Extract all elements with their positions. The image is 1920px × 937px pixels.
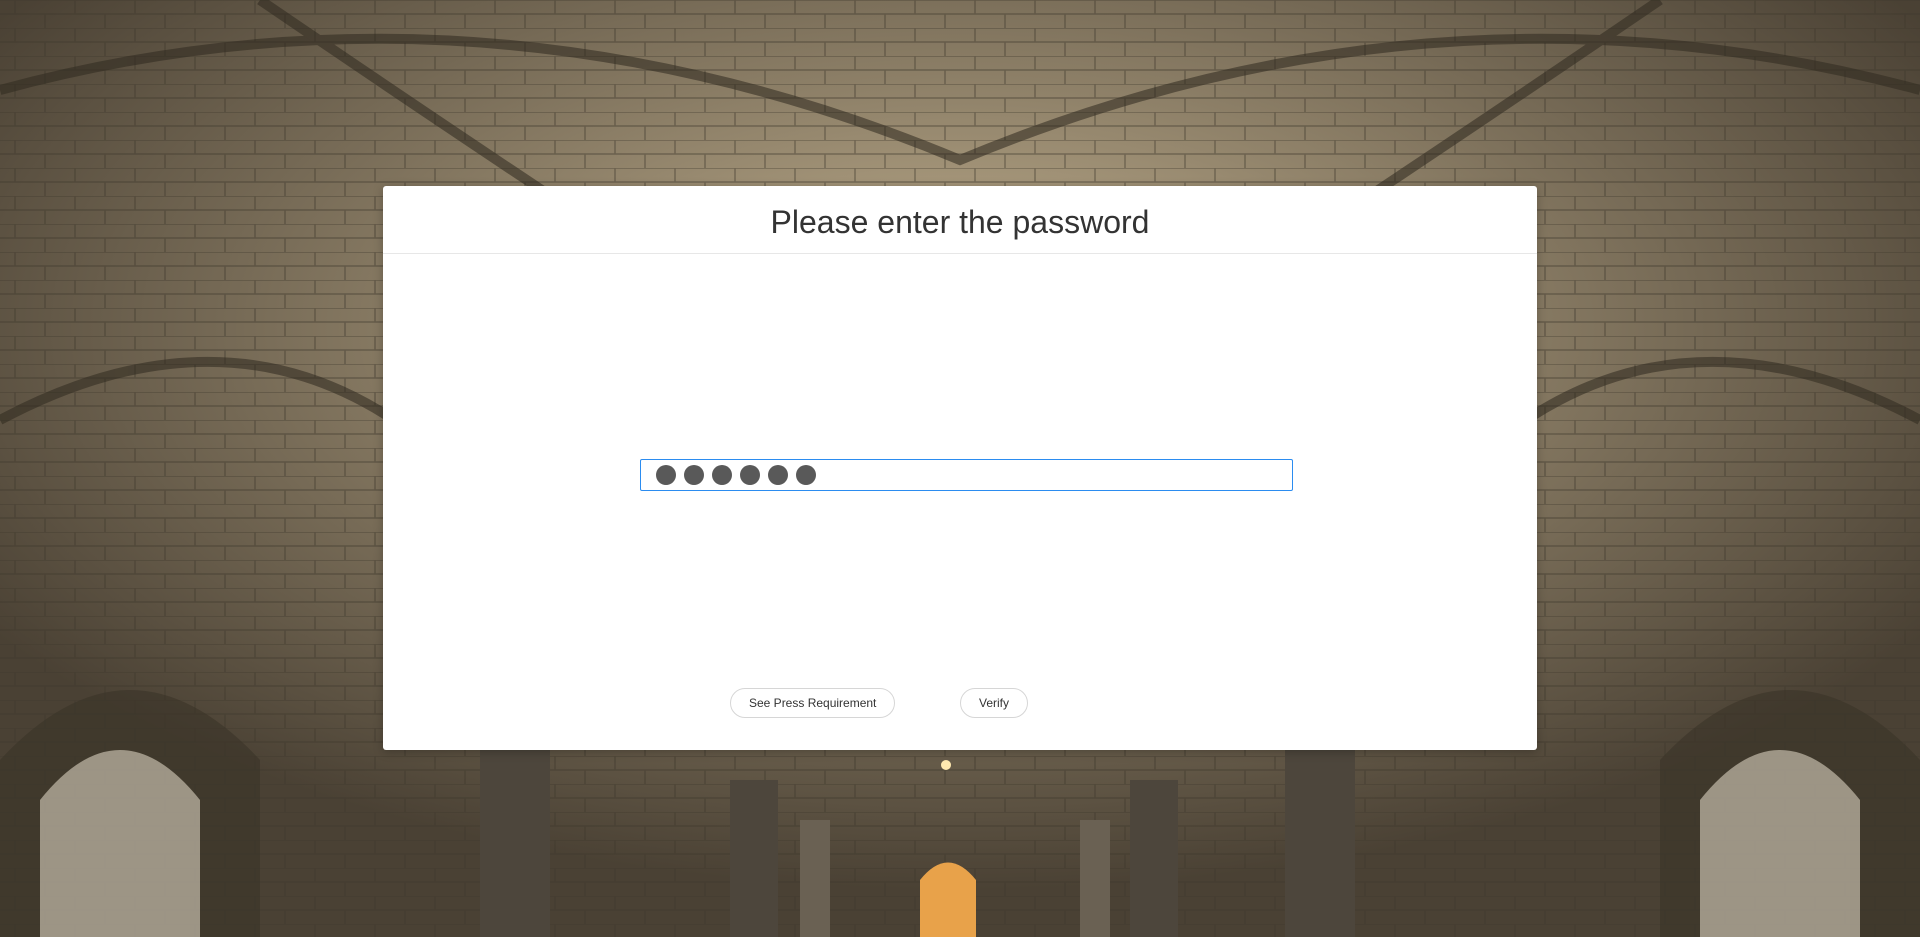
dialog-header: Please enter the password [383,186,1537,254]
see-press-requirement-button[interactable]: See Press Requirement [730,688,896,718]
dialog-title: Please enter the password [770,204,1150,240]
password-mask-dot [712,465,732,485]
password-mask-dot [740,465,760,485]
verify-button[interactable]: Verify [960,688,1029,718]
password-input[interactable] [640,459,1293,491]
dialog-actions: See Press Requirement Verify [383,688,1537,720]
password-mask-dot [684,465,704,485]
password-mask-dot [796,465,816,485]
password-mask-dot [656,465,676,485]
password-mask-dot [768,465,788,485]
password-dialog: Please enter the password See Press Requ… [383,186,1537,750]
